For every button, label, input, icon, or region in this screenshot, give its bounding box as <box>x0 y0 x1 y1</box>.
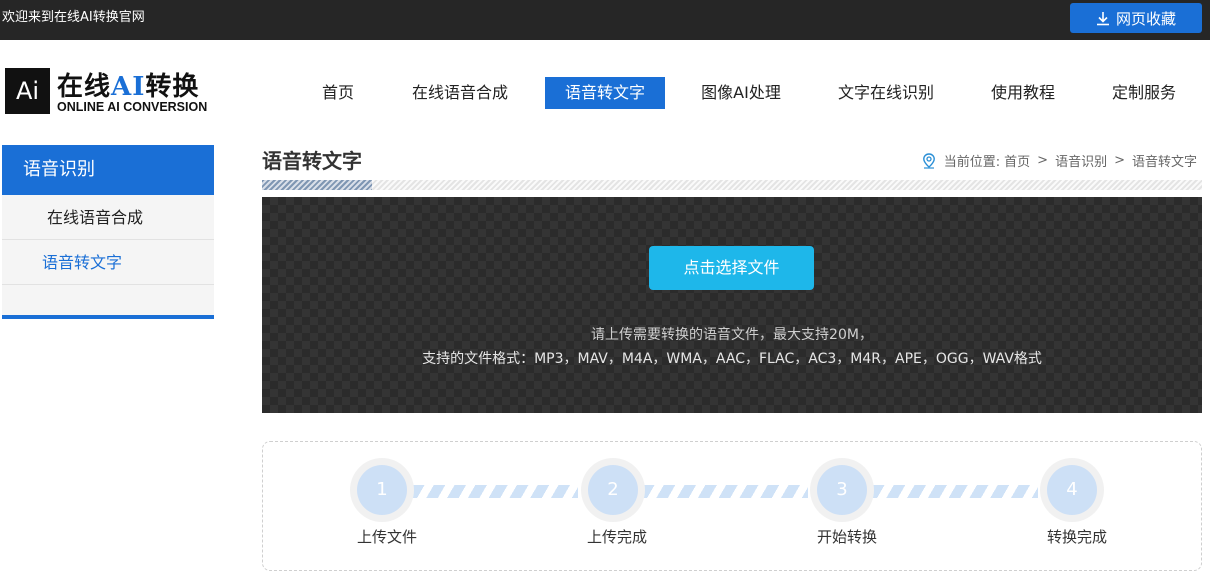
step-1-circle: 1 <box>350 458 414 522</box>
breadcrumb-separator: > <box>1037 153 1049 168</box>
step-4-circle: 4 <box>1040 458 1104 522</box>
top-bar: 欢迎来到在线AI转换官网 网页收藏 <box>0 0 1210 40</box>
nav-item-image-ai[interactable]: 图像AI处理 <box>685 77 797 109</box>
nav-item-custom-service[interactable]: 定制服务 <box>1099 77 1189 109</box>
nav-item-home[interactable]: 首页 <box>305 77 371 109</box>
nav-item-ocr[interactable]: 文字在线识别 <box>822 77 950 109</box>
step-3-number: 3 <box>817 465 867 515</box>
breadcrumb-separator: > <box>1114 153 1125 168</box>
title-divider-accent <box>262 180 372 190</box>
sidebar-title: 语音识别 <box>2 145 214 195</box>
logo-subtitle: ONLINE AI CONVERSION <box>57 100 208 114</box>
step-1-number: 1 <box>357 465 407 515</box>
step-1-label: 上传文件 <box>356 528 417 546</box>
step-2-label: 上传完成 <box>586 528 647 546</box>
step-3-label: 开始转换 <box>816 528 877 546</box>
step-connector <box>413 485 578 498</box>
breadcrumb-speech-recognition[interactable]: 语音识别 <box>1055 151 1107 170</box>
page-title: 语音转文字 <box>262 149 362 173</box>
welcome-text: 欢迎来到在线AI转换官网 <box>2 10 145 25</box>
upload-format-hint: 支持的文件格式：MP3，MAV，M4A，WMA，AAC，FLAC，AC3，M4R… <box>422 351 1042 367</box>
sidebar-item-tts[interactable]: 在线语音合成 <box>2 195 214 240</box>
location-pin-icon <box>922 152 935 169</box>
sidebar-item-speech-to-text[interactable]: 语音转文字 <box>2 240 214 285</box>
step-connector <box>873 485 1038 498</box>
logo-title-ai: AI <box>111 72 146 102</box>
upload-size-hint: 请上传需要转换的语音文件，最大支持20M， <box>591 327 873 343</box>
step-connector <box>643 485 808 498</box>
sidebar-bottom-border <box>2 315 214 319</box>
step-2-circle: 2 <box>581 458 645 522</box>
nav-item-speech-to-text[interactable]: 语音转文字 <box>545 77 665 109</box>
bookmark-button-label: 网页收藏 <box>1115 9 1176 28</box>
logo-mark: Ai <box>5 68 50 114</box>
nav-item-tts[interactable]: 在线语音合成 <box>395 77 525 109</box>
breadcrumb: 当前位置: 首页 > 语音识别 > 语音转文字 <box>922 151 1197 170</box>
step-4-label: 转换完成 <box>1046 528 1107 546</box>
step-3-circle: 3 <box>810 458 874 522</box>
logo-title: 在线AI转换 <box>57 66 199 103</box>
progress-steps: 1 2 3 4 上传文件 上传完成 开始转换 转换完成 <box>262 441 1202 571</box>
step-4-number: 4 <box>1047 465 1097 515</box>
bookmark-button[interactable]: 网页收藏 <box>1070 3 1202 33</box>
breadcrumb-home[interactable]: 首页 <box>1004 151 1030 170</box>
site-logo[interactable]: Ai 在线AI转换 ONLINE AI CONVERSION <box>5 68 215 118</box>
logo-title-part2: 转换 <box>145 72 200 102</box>
step-2-number: 2 <box>588 465 638 515</box>
upload-panel[interactable]: 点击选择文件 请上传需要转换的语音文件，最大支持20M， 支持的文件格式：MP3… <box>262 197 1202 413</box>
title-divider <box>262 180 1202 190</box>
logo-title-part1: 在线 <box>57 72 112 102</box>
sidebar: 语音识别 在线语音合成 语音转文字 <box>2 145 214 319</box>
download-icon <box>1096 11 1109 25</box>
nav-item-tutorial[interactable]: 使用教程 <box>978 77 1068 109</box>
choose-file-button[interactable]: 点击选择文件 <box>649 246 814 290</box>
breadcrumb-current: 语音转文字 <box>1131 155 1197 170</box>
breadcrumb-prefix: 当前位置: <box>943 155 1001 170</box>
